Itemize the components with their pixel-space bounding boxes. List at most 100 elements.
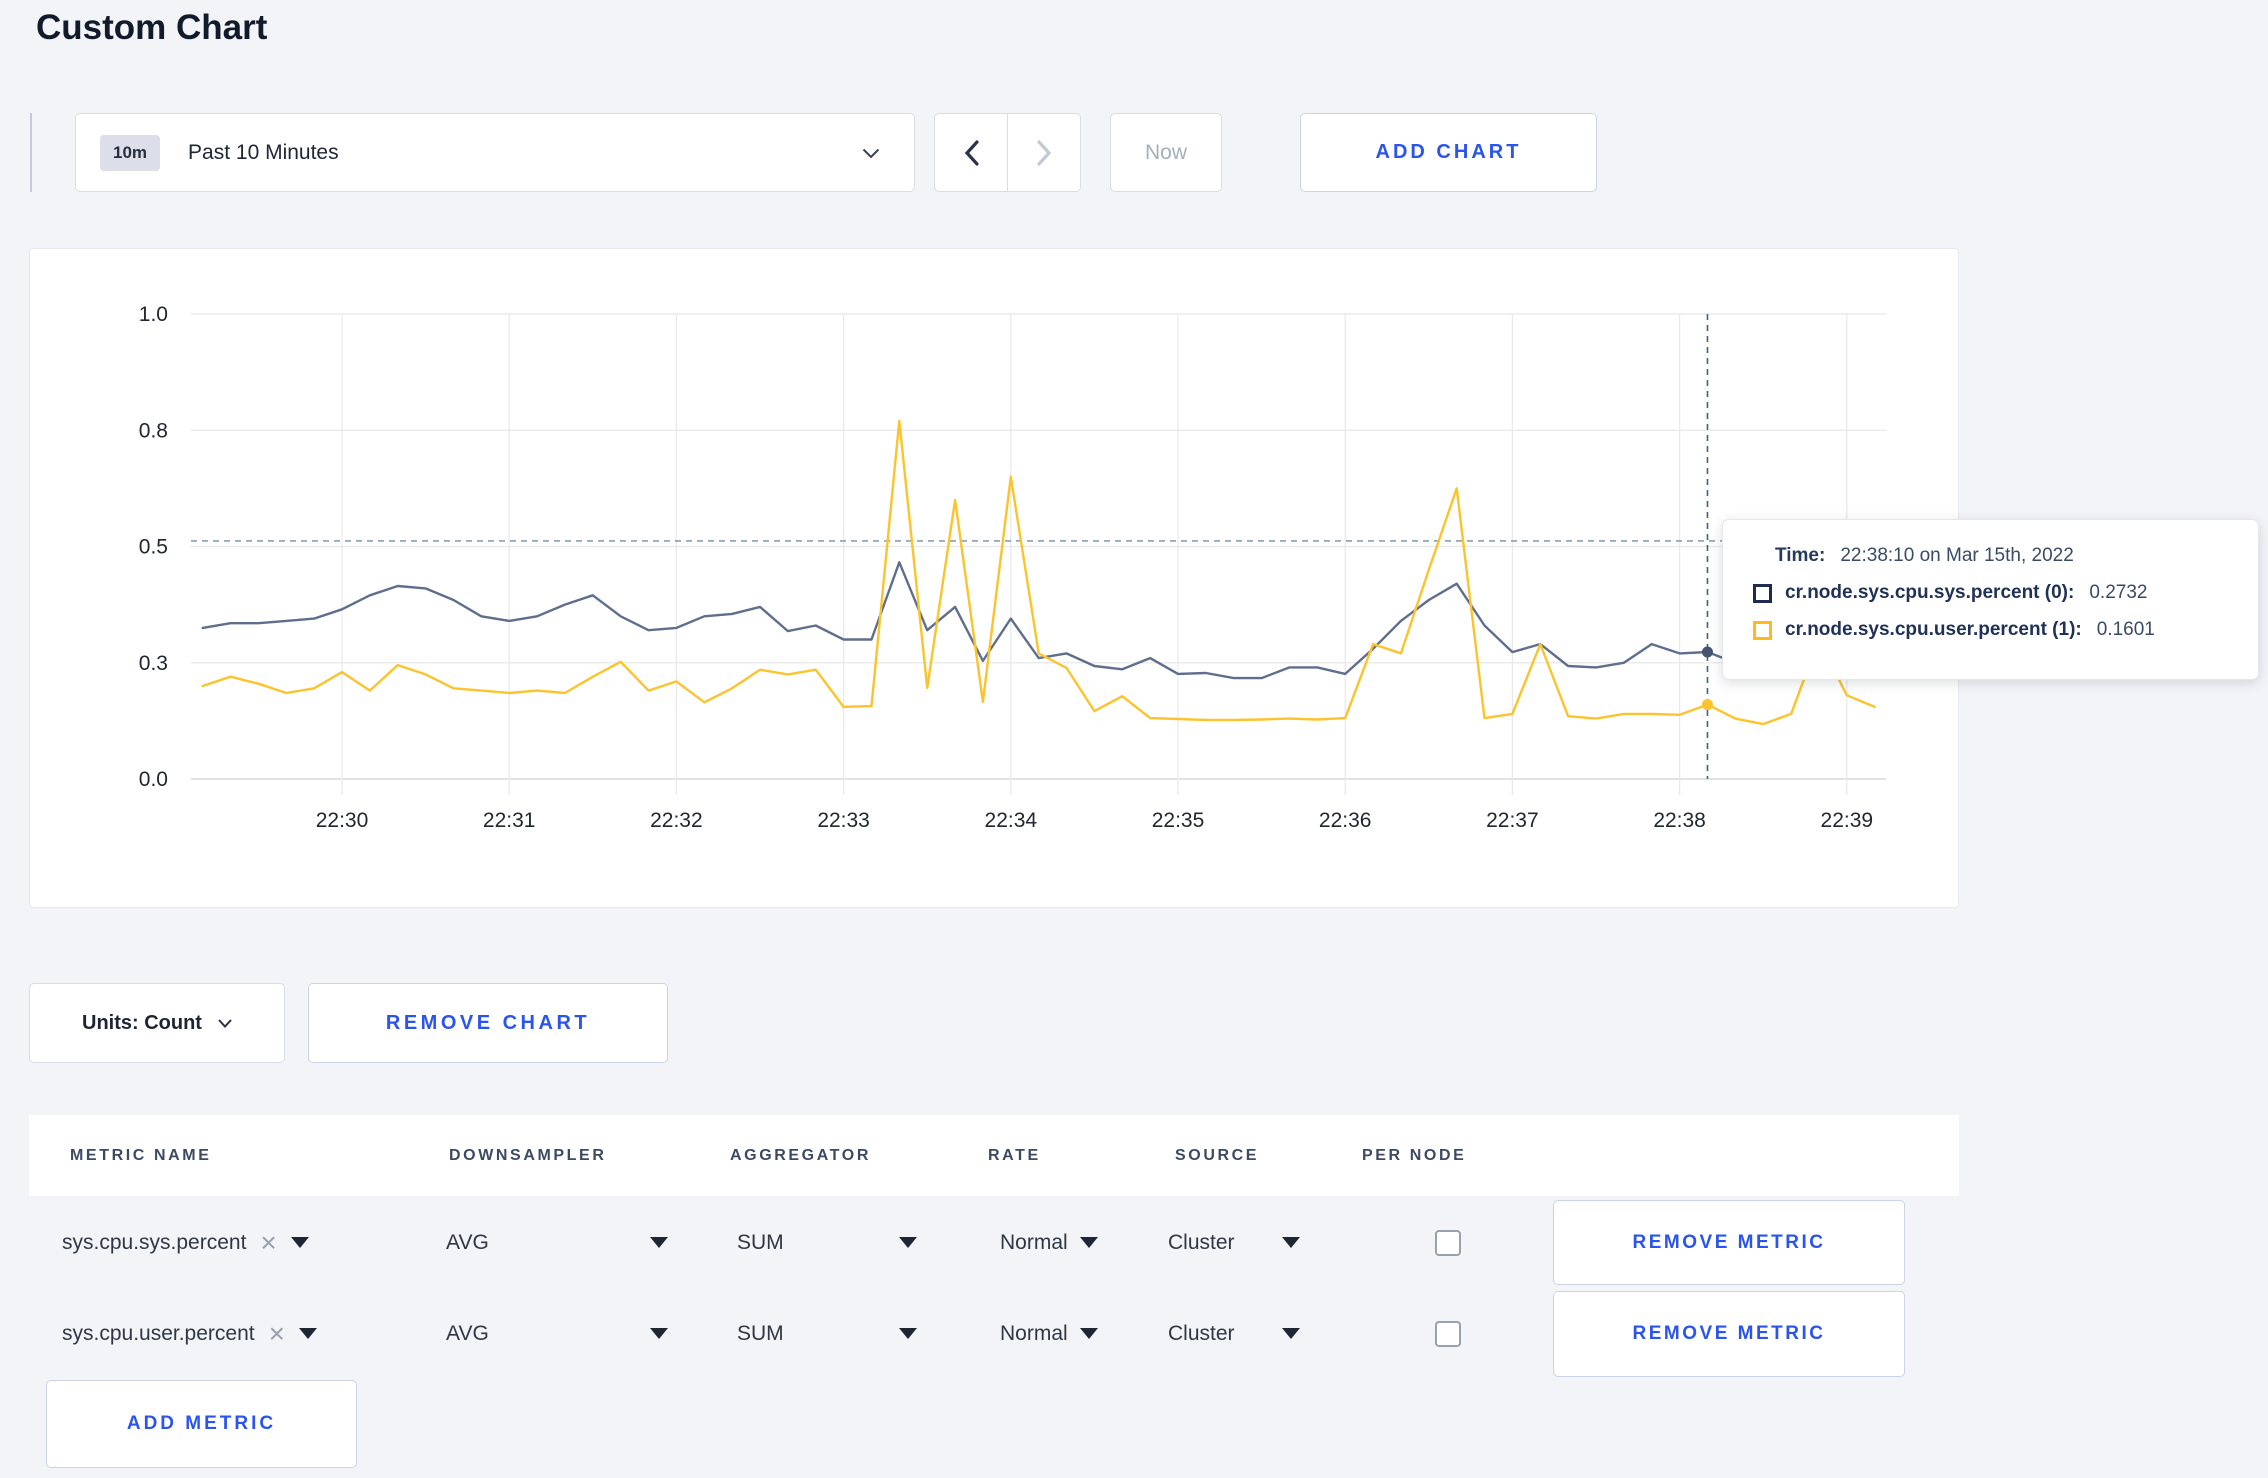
x-axis-tick-label: 22:34 [985, 809, 1038, 832]
toolbar-divider [30, 113, 32, 192]
metric-name-select[interactable]: sys.cpu.user.percent × [62, 1291, 317, 1376]
chart-card: 0.0 0.3 0.5 0.8 1.0 22:30 22:31 22:32 22:33 22:34… [29, 248, 1959, 908]
source-select[interactable]: Cluster [1168, 1291, 1300, 1376]
per-node-cell [1435, 1200, 1461, 1285]
tooltip-series-value: 0.2732 [2089, 582, 2148, 603]
x-axis-tick-label: 22:39 [1821, 809, 1874, 832]
series-line-0 [201, 561, 1876, 680]
cpu-percent-line-chart[interactable]: 0.0 0.3 0.5 0.8 1.0 22:30 22:31 22:32 22:33 22:34… [30, 249, 1958, 907]
clear-metric-icon[interactable]: × [269, 1319, 285, 1348]
units-label: Units: Count [82, 1011, 202, 1034]
aggregator-value: SUM [737, 1230, 784, 1254]
aggregator-value: SUM [737, 1321, 784, 1345]
caret-down-icon [899, 1328, 917, 1339]
caret-down-icon [1080, 1328, 1098, 1339]
y-axis-tick-label: 0.0 [139, 768, 168, 791]
x-axis-tick-label: 22:37 [1486, 809, 1539, 832]
crosshair-dot-1 [1701, 699, 1713, 711]
caret-down-icon [1282, 1328, 1300, 1339]
aggregator-select[interactable]: SUM [737, 1291, 917, 1376]
downsampler-value: AVG [446, 1321, 489, 1345]
col-header-rate: RATE [988, 1146, 1041, 1164]
axis-labels: 0.0 0.3 0.5 0.8 1.0 22:30 22:31 22:32 22:33 22:34… [139, 303, 1873, 832]
time-back-button[interactable] [934, 113, 1008, 192]
tooltip-series-row: cr.node.sys.cpu.sys.percent (0): 0.2732 [1753, 582, 2258, 604]
tooltip-series-value: 0.1601 [2096, 619, 2155, 640]
y-axis-tick-label: 1.0 [139, 303, 168, 326]
units-select[interactable]: Units: Count [29, 983, 285, 1063]
remove-metric-button[interactable]: REMOVE METRIC [1553, 1200, 1905, 1285]
user-series-swatch-icon [1753, 620, 1772, 640]
y-axis-tick-label: 0.8 [139, 419, 168, 442]
gridlines [191, 313, 1886, 795]
rate-select[interactable]: Normal [1000, 1291, 1098, 1376]
time-range-select[interactable]: 10m Past 10 Minutes [75, 113, 915, 192]
tooltip-time-label: Time: [1775, 545, 1826, 566]
caret-down-icon [1282, 1237, 1300, 1248]
rate-value: Normal [1000, 1230, 1068, 1254]
add-metric-button[interactable]: ADD METRIC [46, 1380, 357, 1468]
time-range-badge: 10m [100, 134, 161, 171]
caret-down-icon [298, 1328, 317, 1339]
per-node-checkbox[interactable] [1435, 1229, 1461, 1256]
source-value: Cluster [1168, 1321, 1235, 1345]
per-node-checkbox[interactable] [1435, 1320, 1461, 1347]
metric-name: sys.cpu.user.percent [62, 1321, 255, 1345]
downsampler-value: AVG [446, 1230, 489, 1254]
metric-name-select[interactable]: sys.cpu.sys.percent × [62, 1200, 309, 1285]
x-axis-tick-label: 22:31 [483, 809, 536, 832]
col-header-downsampler: DOWNSAMPLER [449, 1146, 607, 1164]
time-forward-button[interactable] [1007, 113, 1081, 192]
x-axis-tick-label: 22:30 [316, 809, 369, 832]
series-line-1 [201, 419, 1876, 726]
chevron-down-icon [218, 1018, 232, 1028]
metric-row: sys.cpu.user.percent × AVG SUM Normal Cl… [29, 1291, 1959, 1377]
metrics-table-header: METRIC NAME DOWNSAMPLER AGGREGATOR RATE … [29, 1115, 1959, 1196]
metric-name: sys.cpu.sys.percent [62, 1230, 247, 1254]
tooltip-time-value: 22:38:10 on Mar 15th, 2022 [1840, 545, 2074, 566]
col-header-aggregator: AGGREGATOR [730, 1146, 871, 1164]
col-header-per-node: PER NODE [1362, 1146, 1467, 1164]
caret-down-icon [899, 1237, 917, 1248]
chevron-right-icon [1036, 139, 1051, 166]
add-chart-button[interactable]: ADD CHART [1300, 113, 1597, 192]
y-axis-tick-label: 0.3 [139, 652, 168, 675]
x-axis-tick-label: 22:33 [817, 809, 870, 832]
custom-chart-page: Custom Chart 10m Past 10 Minutes Now ADD… [0, 0, 2268, 1478]
downsampler-select[interactable]: AVG [446, 1291, 668, 1376]
time-range-label: Past 10 Minutes [188, 140, 339, 164]
col-header-source: SOURCE [1175, 1146, 1260, 1164]
crosshair-dot-0 [1701, 646, 1713, 658]
aggregator-select[interactable]: SUM [737, 1200, 917, 1285]
tooltip-series-name: cr.node.sys.cpu.user.percent (1): [1785, 619, 2082, 640]
col-header-metric-name: METRIC NAME [70, 1146, 212, 1164]
caret-down-icon [650, 1237, 668, 1248]
remove-metric-button[interactable]: REMOVE METRIC [1553, 1291, 1905, 1377]
caret-down-icon [290, 1237, 309, 1248]
sys-series-swatch-icon [1753, 583, 1772, 603]
chevron-left-icon [964, 139, 979, 166]
remove-chart-button[interactable]: REMOVE CHART [308, 983, 668, 1063]
now-button[interactable]: Now [1110, 113, 1222, 192]
caret-down-icon [1080, 1237, 1098, 1248]
time-pager [934, 113, 1081, 192]
source-select[interactable]: Cluster [1168, 1200, 1300, 1285]
page-title: Custom Chart [36, 8, 268, 47]
metric-row: sys.cpu.sys.percent × AVG SUM Normal Clu… [29, 1200, 1959, 1285]
per-node-cell [1435, 1291, 1461, 1376]
clear-metric-icon[interactable]: × [260, 1228, 276, 1257]
tooltip-series-row: cr.node.sys.cpu.user.percent (1): 0.1601 [1753, 619, 2258, 641]
source-value: Cluster [1168, 1230, 1235, 1254]
rate-value: Normal [1000, 1321, 1068, 1345]
caret-down-icon [650, 1328, 668, 1339]
downsampler-select[interactable]: AVG [446, 1200, 668, 1285]
y-axis-tick-label: 0.5 [139, 536, 168, 559]
rate-select[interactable]: Normal [1000, 1200, 1098, 1285]
tooltip-time-row: Time: 22:38:10 on Mar 15th, 2022 [1775, 545, 2258, 567]
x-axis-tick-label: 22:38 [1653, 809, 1706, 832]
x-axis-tick-label: 22:36 [1319, 809, 1372, 832]
x-axis-tick-label: 22:32 [650, 809, 703, 832]
x-axis-tick-label: 22:35 [1152, 809, 1205, 832]
chart-tooltip: Time: 22:38:10 on Mar 15th, 2022 cr.node… [1722, 519, 2259, 680]
tooltip-series-name: cr.node.sys.cpu.sys.percent (0): [1785, 582, 2075, 603]
